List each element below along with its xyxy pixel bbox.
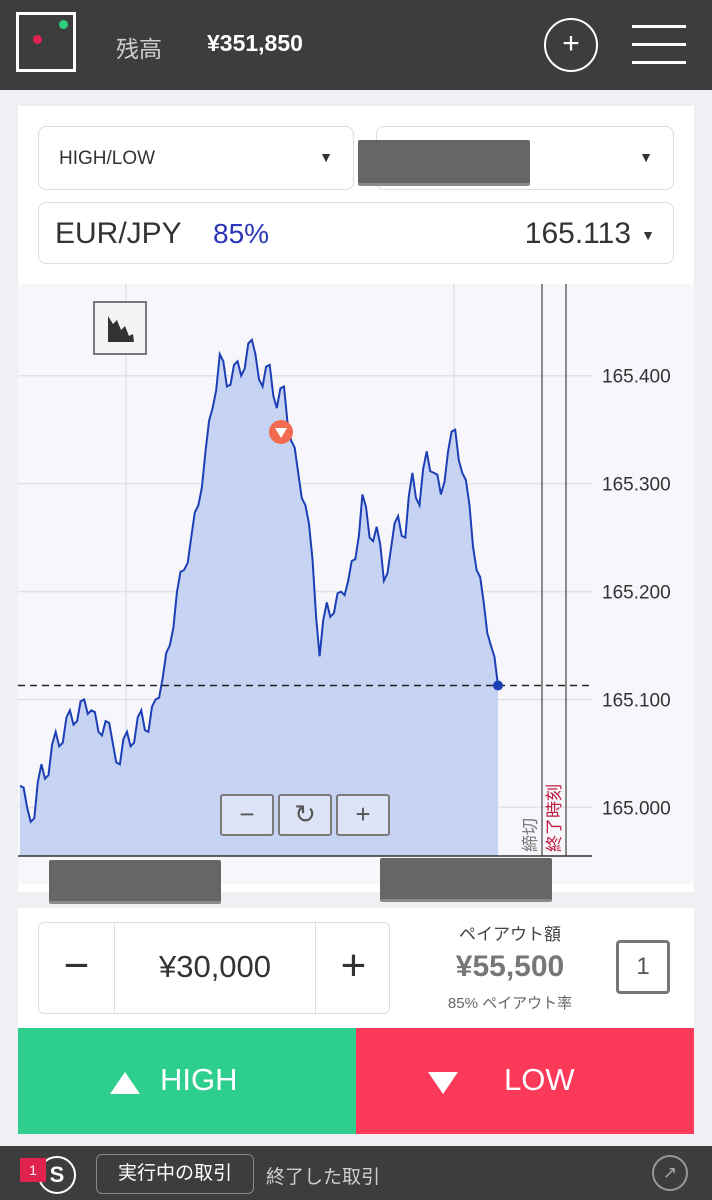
payout-percent: 85% — [213, 218, 270, 249]
top-bar: 残高 ¥351,850 + — [0, 0, 712, 90]
end-time-label: 終了時刻 — [545, 784, 565, 852]
external-link-icon[interactable]: ↗ — [652, 1155, 688, 1191]
asset-select[interactable]: EUR/JPY 85% 165.113 ▼ — [38, 202, 674, 264]
zoom-in-button[interactable]: + — [336, 794, 390, 836]
current-rate: 165.113 — [524, 217, 631, 250]
zoom-out-button[interactable]: − — [220, 794, 274, 836]
redacted-block — [380, 858, 552, 902]
tab-closed-trades[interactable]: 終了した取引 — [266, 1162, 380, 1189]
tab-active-trades[interactable]: 実行中の取引 — [96, 1154, 254, 1194]
balance-value: ¥351,850 — [207, 30, 303, 56]
active-trades-badge: 1 — [20, 1158, 46, 1182]
amount-stepper: − ¥30,000 + — [38, 922, 390, 1014]
amount-increase-button[interactable]: + — [315, 923, 391, 1013]
trading-panel: HIGH/LOW ▼ ▼ EUR/JPY 85% 165.113 ▼ 締切 終了… — [18, 106, 694, 892]
arrow-up-icon — [110, 1072, 140, 1094]
deadline-label: 締切 — [521, 818, 541, 852]
payout-label: ペイアウト額 — [459, 925, 561, 944]
y-tick-label: 165.100 — [602, 691, 671, 712]
balance-label: 残高 — [116, 36, 162, 62]
trade-type-value: HIGH/LOW — [59, 148, 156, 169]
y-tick-label: 165.400 — [602, 367, 671, 388]
payout-rate: 85% ペイアウト率 — [447, 995, 573, 1012]
menu-icon[interactable] — [632, 25, 686, 65]
low-button[interactable]: LOW — [356, 1028, 694, 1134]
logo-green-dot — [59, 20, 68, 29]
high-label: HIGH — [160, 1062, 238, 1097]
chart-type-icon[interactable] — [93, 301, 147, 355]
app-logo[interactable] — [16, 12, 76, 72]
y-tick-label: 165.200 — [602, 583, 671, 604]
caret-down-icon: ▼ — [319, 149, 333, 165]
low-label: LOW — [504, 1062, 575, 1097]
logo-red-dot — [33, 35, 42, 44]
reset-zoom-button[interactable]: ↻ — [278, 794, 332, 836]
high-button[interactable]: HIGH — [18, 1028, 356, 1134]
amount-row: − ¥30,000 + ペイアウト額 ¥55,500 85% ペイアウト率 1 — [18, 908, 694, 1028]
y-tick-label: 165.000 — [602, 798, 671, 819]
redacted-block — [49, 860, 221, 904]
asset-pair: EUR/JPY — [55, 217, 182, 250]
payout-value: ¥55,500 — [455, 950, 565, 983]
arrow-down-icon — [428, 1072, 458, 1094]
redacted-block — [358, 140, 530, 186]
caret-down-icon: ▼ — [639, 149, 653, 165]
y-tick-label: 165.300 — [602, 475, 671, 496]
trade-type-select[interactable]: HIGH/LOW ▼ — [38, 126, 354, 190]
price-chart[interactable]: 締切 終了時刻 165.400 165.300 165.200 165.100 165.… — [18, 284, 694, 884]
add-funds-button[interactable]: + — [544, 18, 598, 72]
bottom-bar: S 1 実行中の取引 終了した取引 ↗ — [0, 1146, 712, 1200]
amount-decrease-button[interactable]: − — [39, 923, 115, 1013]
current-rate-dot — [493, 680, 503, 691]
entry-marker[interactable] — [269, 420, 293, 444]
amount-input[interactable]: ¥30,000 — [115, 923, 315, 1013]
one-click-toggle[interactable]: 1 — [616, 940, 670, 994]
caret-down-icon: ▼ — [641, 227, 655, 243]
